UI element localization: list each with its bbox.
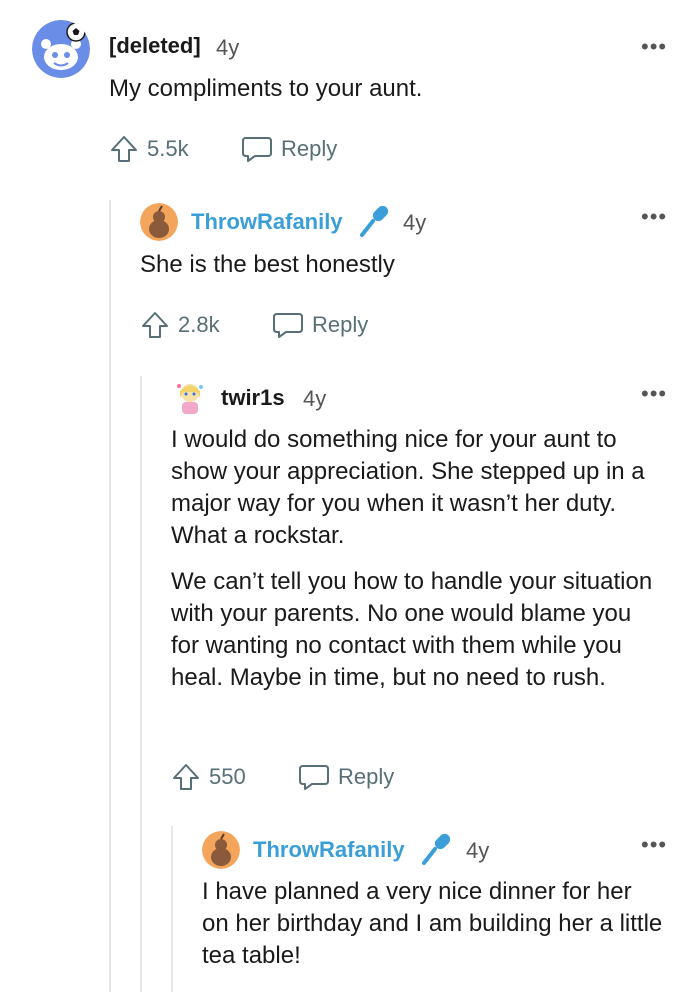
more-options-button[interactable]: •••: [641, 383, 667, 405]
microphone-icon: [419, 831, 453, 874]
speech-bubble-icon: [299, 765, 329, 790]
vote-count: 5.5k: [147, 136, 189, 161]
thread-line-level-1: [109, 200, 111, 992]
vote-count: 550: [209, 764, 246, 789]
speech-bubble-icon: [273, 313, 303, 338]
comment-paragraph: My compliments to your aunt.: [109, 75, 423, 102]
comment-body: I have planned a very nice dinner for he…: [202, 876, 664, 972]
arrow-up-outline-icon: [142, 312, 168, 338]
thread-line-level-2: [140, 376, 142, 992]
more-options-button[interactable]: •••: [641, 36, 667, 58]
more-options-button[interactable]: •••: [641, 206, 667, 228]
comment-body: My compliments to your aunt.: [109, 73, 669, 105]
more-options-button[interactable]: •••: [641, 834, 667, 856]
comment-body: I would do something nice for your aunt …: [171, 424, 663, 694]
comment-age: 4y: [303, 386, 327, 411]
upvote-button[interactable]: 550: [171, 762, 246, 792]
comment-author[interactable]: ThrowRafanily: [253, 837, 405, 863]
upvote-button[interactable]: 5.5k: [109, 134, 189, 164]
avatar[interactable]: [202, 831, 240, 869]
comment-author[interactable]: ThrowRafanily: [191, 209, 343, 235]
arrow-up-outline-icon: [111, 136, 137, 162]
reply-label: Reply: [281, 136, 338, 161]
comment-age: 4y: [216, 35, 240, 60]
reply-button[interactable]: Reply: [272, 310, 368, 340]
comment-author[interactable]: twir1s: [221, 385, 285, 411]
microphone-icon: [357, 203, 391, 246]
comment-age: 4y: [403, 210, 427, 235]
reply-label: Reply: [312, 312, 369, 337]
comment-paragraph: She is the best honestly: [140, 251, 395, 278]
arrow-up-outline-icon: [173, 764, 199, 790]
comment-author[interactable]: [deleted]: [109, 33, 201, 59]
comment-paragraph: We can’t tell you how to handle your sit…: [171, 568, 653, 691]
thread-line-level-3: [171, 826, 173, 992]
reply-label: Reply: [338, 764, 395, 789]
avatar[interactable]: [171, 378, 209, 416]
avatar[interactable]: [32, 20, 90, 78]
reply-button[interactable]: Reply: [241, 134, 337, 164]
avatar[interactable]: [140, 203, 178, 241]
reply-button[interactable]: Reply: [298, 762, 394, 792]
comment-age: 4y: [466, 838, 490, 863]
speech-bubble-icon: [242, 137, 272, 162]
comment-paragraph: I would do something nice for your aunt …: [171, 426, 645, 549]
comment-paragraph: I have planned a very nice dinner for he…: [202, 878, 663, 969]
vote-count: 2.8k: [178, 312, 220, 337]
upvote-button[interactable]: 2.8k: [140, 310, 220, 340]
comment-body: She is the best honestly: [140, 249, 660, 281]
